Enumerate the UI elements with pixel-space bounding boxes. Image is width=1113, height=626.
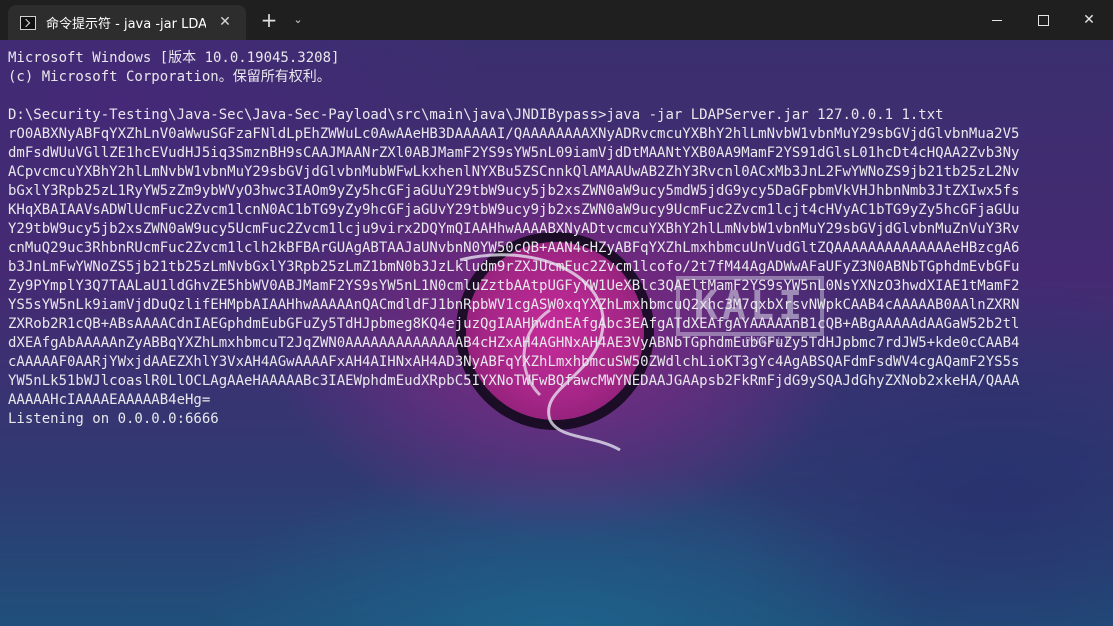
terminal-icon [20,15,36,30]
terminal-line: cnMuQ29uc3RhbnRUcmFuc2Zvcm1lclh2kBFBArGU… [8,240,1020,256]
terminal-line: Listening on 0.0.0.0:6666 [8,411,219,427]
close-window-button[interactable]: ✕ [1066,0,1112,40]
title-bar: 命令提示符 - java -jar LDAPSe ✕ + ⌄ ✕ [0,0,1113,40]
tab-close-icon[interactable]: ✕ [216,13,234,31]
terminal-line: ZXRob2R1cQB+ABsAAAACdnIAEGphdmEubGFuZy5T… [8,316,1020,332]
minimize-icon [992,19,1002,21]
maximize-icon [1037,14,1049,26]
terminal-line: dmFsdWUuVGllZE1hcEVudHJ5iq3SmznBH9sCAAJM… [8,145,1020,161]
new-tab-button[interactable]: + [258,9,280,31]
terminal-line: dXEAfgAbAAAAAnZyABBqYXZhLmxhbmcuT2JqZWN0… [8,335,1020,351]
terminal-tab[interactable]: 命令提示符 - java -jar LDAPSe ✕ [8,5,246,40]
tab-title: 命令提示符 - java -jar LDAPSe [46,17,206,32]
terminal-line: KHqXBAIAAVsADWlUcmFuc2Zvcm1lcnN0AC1bTG9y… [8,202,1020,218]
terminal-line: ACpvcmcuYXBhY2hlLmNvbW1vbnMuY29sbGVjdGlv… [8,164,1020,180]
terminal-line: YS5sYW5nLk9iamVjdDuQzlifEHMpbAIAAHhwAAAA… [8,297,1020,313]
terminal-line: D:\Security-Testing\Java-Sec\Java-Sec-Pa… [8,107,944,123]
terminal-line: bGxlY3Rpb25zL1RyYW5zZm9ybWVyO3hwc3IAOm9y… [8,183,1020,199]
terminal-line: Y29tbW9ucy5jb2xsZWN0aW9ucy5UcmFuc2Zvcm1l… [8,221,1020,237]
terminal-line: YW5nLk51bWJlcoaslR0LlOCLAgAAeHAAAAABc3IA… [8,373,1020,389]
maximize-button[interactable] [1020,0,1066,40]
tab-dropdown-button[interactable]: ⌄ [290,12,306,28]
terminal-line: Zy9PYmplY3Q7TAALaU1ldGhvZE5hbWV0ABJMamF2… [8,278,1020,294]
terminal-line: cAAAAAF0AARjYWxjdAAEZXhlY3VxAH4AGwAAAAFx… [8,354,1020,370]
terminal-line: (c) Microsoft Corporation。保留所有权利。 [8,69,331,85]
terminal-line: Microsoft Windows [版本 10.0.19045.3208] [8,50,340,66]
terminal-output: Microsoft Windows [版本 10.0.19045.3208] (c… [8,49,1108,429]
terminal-line: rO0ABXNyABFqYXZhLnV0aWwuSGFzaFNldLpEhZWW… [8,126,1020,142]
minimize-button[interactable] [974,0,1020,40]
terminal-pane[interactable]: KALI PURPLE Microsoft Windows [版本 10.0.1… [0,40,1113,626]
terminal-line: AAAAAHcIAAAAEAAAAAB4eHg= [8,392,211,408]
terminal-line: b3JnLmFwYWNoZS5jb21tb25zLmNvbGxlY3Rpb25z… [8,259,1020,275]
